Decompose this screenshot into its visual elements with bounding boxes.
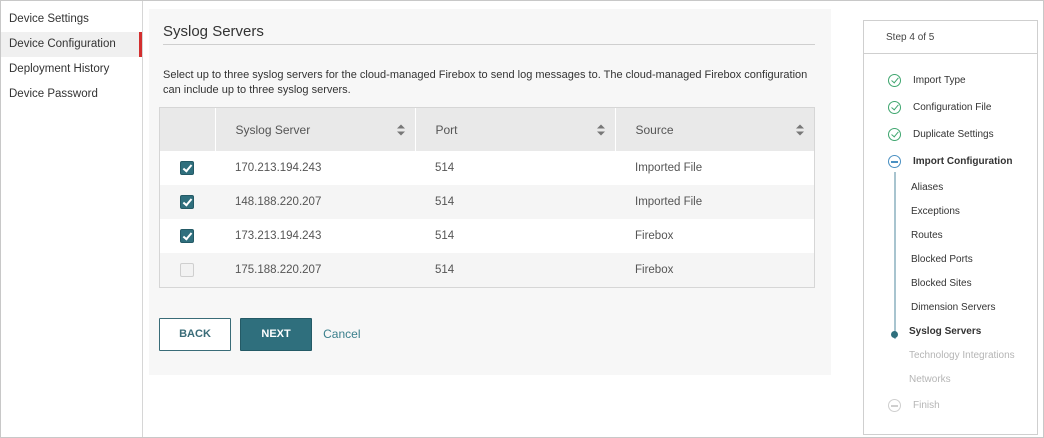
column-header-label: Syslog Server — [235, 122, 311, 137]
substep-blocked-sites: Blocked Sites — [911, 278, 972, 289]
substep-technology-integrations: Technology Integrations — [909, 350, 1015, 361]
syslog-server-cell: 148.188.220.207 — [235, 196, 322, 208]
port-cell: 514 — [435, 162, 455, 174]
row-checkbox[interactable] — [180, 161, 194, 175]
port-cell: 514 — [435, 264, 455, 276]
step-label: Configuration File — [913, 102, 992, 113]
app-frame: Device Settings Device Configuration Dep… — [0, 0, 1044, 438]
substep-routes: Routes — [911, 230, 943, 241]
substep-progress-line — [894, 172, 896, 339]
substep-networks: Networks — [909, 374, 951, 385]
check-circle-icon — [888, 74, 901, 87]
check-circle-icon — [888, 128, 901, 141]
table-row: 173.213.194.243 514 Firebox — [160, 219, 814, 253]
select-column-header — [160, 108, 216, 151]
substep-syslog-servers: Syslog Servers — [909, 326, 982, 337]
column-header-port[interactable]: Port — [415, 108, 616, 151]
row-checkbox[interactable] — [180, 229, 194, 243]
port-cell: 514 — [435, 230, 455, 242]
substep-aliases: Aliases — [911, 182, 944, 193]
syslog-server-cell: 170.213.194.243 — [235, 162, 322, 174]
source-cell: Firebox — [635, 230, 674, 242]
wizard-actions: BACK NEXT Cancel — [159, 318, 360, 352]
sidebar-item-deployment-history[interactable]: Deployment History — [1, 57, 142, 82]
substep-dimension-servers: Dimension Servers — [911, 302, 996, 313]
step-label: Import Configuration — [913, 156, 1013, 167]
step-indicator: Step 4 of 5 — [864, 21, 1037, 54]
row-checkbox[interactable] — [180, 195, 194, 209]
check-circle-icon — [888, 101, 901, 114]
step-label: Finish — [913, 400, 940, 411]
column-header-source[interactable]: Source — [615, 108, 814, 151]
current-substep-dot-icon — [891, 331, 898, 338]
substep-exceptions: Exceptions — [911, 206, 960, 217]
syslog-server-cell: 175.188.220.207 — [235, 264, 322, 276]
syslog-server-cell: 173.213.194.243 — [235, 230, 322, 242]
sort-icon[interactable] — [396, 124, 405, 135]
substep-blocked-ports: Blocked Ports — [911, 254, 973, 265]
syslog-servers-table: Syslog Server Port Source 170.213.194.24… — [159, 107, 815, 288]
wizard-steps-panel: Step 4 of 5 Import Type Configuration Fi… — [863, 20, 1038, 435]
next-button[interactable]: NEXT — [240, 318, 313, 351]
table-header-row: Syslog Server Port Source — [160, 108, 814, 151]
source-cell: Firebox — [635, 264, 674, 276]
sidebar-item-device-settings[interactable]: Device Settings — [1, 7, 142, 32]
page-description: Select up to three syslog servers for th… — [163, 69, 808, 96]
main-panel: Syslog Servers Select up to three syslog… — [149, 9, 831, 375]
cancel-link[interactable]: Cancel — [323, 318, 360, 351]
table-row: 175.188.220.207 514 Firebox — [160, 253, 814, 287]
column-header-label: Source — [635, 122, 674, 137]
column-header-syslog-server[interactable]: Syslog Server — [215, 108, 416, 151]
sidebar: Device Settings Device Configuration Dep… — [1, 1, 143, 437]
column-header-label: Port — [435, 122, 458, 137]
source-cell: Imported File — [635, 162, 703, 174]
table-row: 148.188.220.207 514 Imported File — [160, 185, 814, 219]
minus-circle-icon — [888, 399, 901, 412]
row-checkbox[interactable] — [180, 263, 194, 277]
step-label: Duplicate Settings — [913, 129, 994, 140]
page-title: Syslog Servers — [163, 23, 815, 45]
back-button[interactable]: BACK — [159, 318, 231, 351]
sidebar-item-device-configuration[interactable]: Device Configuration — [1, 32, 142, 57]
sort-icon[interactable] — [796, 124, 804, 135]
sidebar-item-device-password[interactable]: Device Password — [1, 82, 142, 107]
step-label: Import Type — [913, 75, 966, 86]
sort-icon[interactable] — [596, 124, 605, 135]
minus-circle-icon — [888, 155, 901, 168]
port-cell: 514 — [435, 196, 455, 208]
table-row: 170.213.194.243 514 Imported File — [160, 151, 814, 185]
source-cell: Imported File — [635, 196, 703, 208]
